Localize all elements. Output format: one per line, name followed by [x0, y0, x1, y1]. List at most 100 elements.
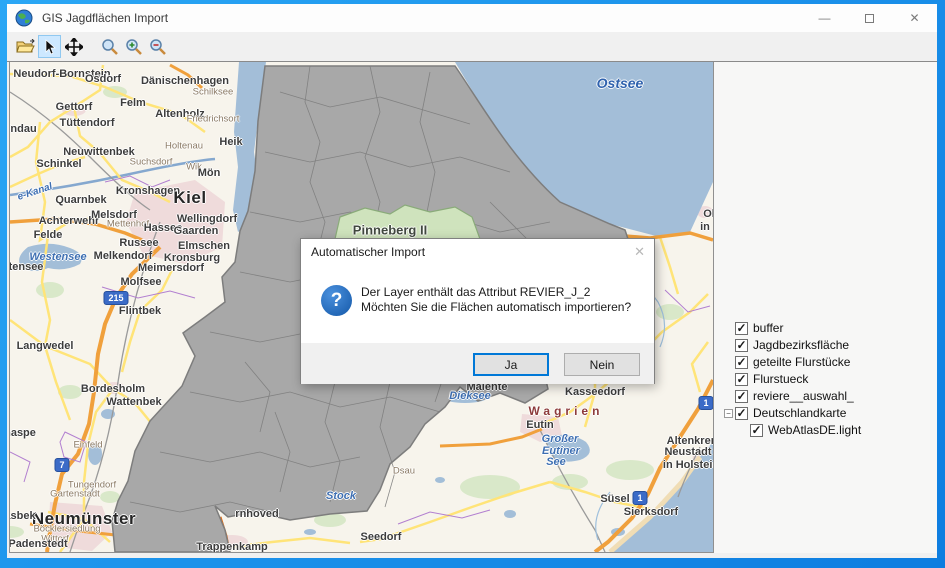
map-label: Felm — [120, 97, 146, 109]
layer-row: ✓ reviere__auswahl_ — [724, 388, 861, 404]
zoom-in-button[interactable] — [122, 35, 145, 58]
dialog-close-icon[interactable]: ✕ — [634, 244, 645, 260]
automatic-import-dialog: Automatischer Import ✕ ? Der Layer enthä… — [300, 238, 655, 384]
toolbar — [7, 32, 937, 61]
map-label: Schilksee — [193, 87, 234, 98]
map-label: Friedrichsort — [187, 114, 240, 125]
zoom-out-button[interactable] — [146, 35, 169, 58]
layer-checkbox[interactable]: ✓ — [735, 407, 748, 420]
road-shield: 1 — [698, 396, 713, 410]
map-label: Stock — [326, 490, 356, 502]
layer-row: −✓ Deutschlandkarte — [724, 405, 861, 421]
map-label: Neuwittenbek — [63, 146, 135, 158]
map-label: Dsau — [393, 466, 415, 477]
map-label: Dieksee — [449, 390, 491, 402]
layer-row: ✓ Flurstueck — [724, 371, 861, 387]
open-file-button[interactable] — [14, 35, 37, 58]
map-label: Wattenbek — [106, 396, 161, 408]
globe-app-icon — [15, 9, 33, 27]
map-label: Kiel — [173, 188, 206, 208]
tree-collapse-icon[interactable]: − — [724, 409, 735, 418]
maximize-icon — [865, 14, 874, 23]
map-label: Wellingdorf — [177, 213, 237, 225]
dialog-message-line2: Möchten Sie die Flächen automatisch impo… — [361, 300, 631, 315]
layer-label: Deutschlandkarte — [753, 406, 846, 420]
dialog-footer: Ja Nein — [301, 343, 654, 384]
zoom-window-button[interactable] — [98, 35, 121, 58]
road-shield: 1 — [632, 491, 647, 505]
map-label: Heik — [219, 136, 242, 148]
pan-tool-button[interactable] — [62, 35, 85, 58]
map-label: Osdorf — [85, 73, 121, 85]
map-label: Langwedel — [17, 340, 74, 352]
road-shield: 215 — [103, 291, 128, 305]
question-icon: ? — [321, 285, 352, 316]
layer-row: ✓WebAtlasDE.light — [724, 422, 861, 438]
map-label: Gettorf — [56, 101, 93, 113]
map-label: Seedorf — [361, 531, 402, 543]
yes-button[interactable]: Ja — [473, 353, 549, 376]
dialog-message-line1: Der Layer enthält das Attribut REVIER_J_… — [361, 285, 631, 300]
map-label: Wagrien — [529, 404, 604, 418]
map-label: Pinneberg II — [353, 223, 427, 238]
map-label: Holtenau — [165, 141, 203, 152]
map-label: Molfsee — [121, 276, 162, 288]
layer-checkbox[interactable]: ✓ — [735, 339, 748, 352]
map-label: Großer — [542, 433, 579, 445]
layer-row: ✓ Jagdbezirksfläche — [724, 337, 861, 353]
layer-checkbox[interactable]: ✓ — [735, 390, 748, 403]
map-label: Padenstedt — [9, 538, 68, 550]
map-label: Gaarden — [174, 225, 219, 237]
map-label: tensee — [9, 261, 43, 273]
map-label: in — [700, 221, 710, 233]
map-label: Kasseedorf — [565, 386, 625, 398]
map-label: asbek — [9, 510, 36, 522]
minus-icon: − — [724, 409, 733, 418]
map-label: Flintbek — [119, 305, 161, 317]
layer-row: ✓buffer — [724, 320, 861, 336]
layer-checkbox[interactable]: ✓ — [750, 424, 763, 437]
map-label: Gartenstadt — [50, 489, 100, 500]
map-label: in Holstein — [663, 459, 714, 471]
map-label: Mön — [198, 167, 221, 179]
map-label: Tüttendorf — [60, 117, 115, 129]
map-label: Eutin — [526, 419, 554, 431]
layer-checkbox[interactable]: ✓ — [735, 373, 748, 386]
layer-label: reviere__auswahl_ — [753, 389, 854, 403]
layers-panel: ✓buffer✓Jagdbezirksfläche✓geteilte Flurs… — [714, 62, 937, 553]
cursor-arrow-icon — [43, 39, 57, 55]
map-label: Melkendorf — [94, 250, 153, 262]
window-inner: GIS Jagdflächen Import — ✕ — [7, 4, 937, 558]
map-label: naspe — [9, 427, 36, 439]
map-label: indau — [9, 123, 37, 135]
layer-label: geteilte Flurstücke — [753, 355, 850, 369]
magnifier-minus-icon — [149, 38, 167, 56]
layer-label: Jagdbezirksfläche — [753, 338, 849, 352]
magnifier-icon — [101, 38, 119, 56]
layer-checkbox[interactable]: ✓ — [735, 322, 748, 335]
map-label: Kronshagen — [116, 185, 180, 197]
map-label: Felde — [34, 229, 63, 241]
folder-open-icon — [16, 39, 36, 55]
minimize-button[interactable]: — — [802, 4, 847, 32]
magnifier-plus-icon — [125, 38, 143, 56]
layer-tree: ✓buffer✓Jagdbezirksfläche✓geteilte Flurs… — [724, 320, 861, 439]
select-tool-button[interactable] — [38, 35, 61, 58]
move-cross-icon — [65, 38, 83, 56]
layer-label: Flurstueck — [753, 372, 808, 386]
no-button[interactable]: Nein — [564, 353, 640, 376]
dialog-title: Automatischer Import — [311, 245, 425, 259]
maximize-button[interactable] — [847, 4, 892, 32]
map-label: Trappenkamp — [196, 541, 268, 553]
map-label: See — [546, 456, 566, 468]
map-label: Schinkel — [36, 158, 81, 170]
map-label: Ol — [703, 208, 714, 220]
layer-checkbox[interactable]: ✓ — [735, 356, 748, 369]
map-label: Elmschen — [178, 240, 230, 252]
close-button[interactable]: ✕ — [892, 4, 937, 32]
map-label: Ostsee — [597, 75, 644, 91]
map-label: Neustadt — [664, 446, 711, 458]
dialog-message: Der Layer enthält das Attribut REVIER_J_… — [361, 285, 631, 315]
window-title: GIS Jagdflächen Import — [42, 11, 168, 25]
map-label: Sierksdorf — [624, 506, 678, 518]
